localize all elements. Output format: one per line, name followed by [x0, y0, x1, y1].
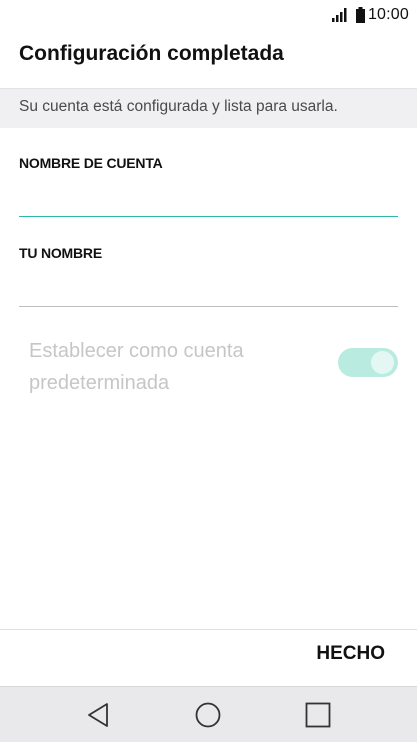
battery-icon: [355, 7, 365, 23]
default-account-toggle[interactable]: [338, 348, 398, 377]
account-name-input[interactable]: [19, 189, 398, 217]
your-name-input[interactable]: [19, 279, 398, 307]
signal-icon: [331, 8, 350, 22]
done-button[interactable]: HECHO: [316, 643, 385, 665]
toggle-knob: [371, 351, 394, 374]
screen: 10:00 Configuración completada Su cuenta…: [0, 0, 417, 742]
recents-icon[interactable]: [304, 701, 332, 729]
subtitle-band: Su cuenta está configurada y lista para …: [0, 88, 417, 128]
page-title: Configuración completada: [19, 42, 284, 65]
status-bar: 10:00: [0, 0, 417, 30]
nav-bar: [0, 686, 417, 742]
account-name-label: NOMBRE DE CUENTA: [19, 155, 163, 171]
status-time: 10:00: [367, 6, 409, 23]
home-icon[interactable]: [194, 701, 222, 729]
default-account-label: Establecer como cuenta predeterminada: [29, 340, 244, 394]
subtitle-text: Su cuenta está configurada y lista para …: [19, 98, 338, 115]
your-name-label: TU NOMBRE: [19, 245, 102, 261]
back-icon[interactable]: [84, 701, 112, 729]
action-divider: [0, 629, 417, 630]
